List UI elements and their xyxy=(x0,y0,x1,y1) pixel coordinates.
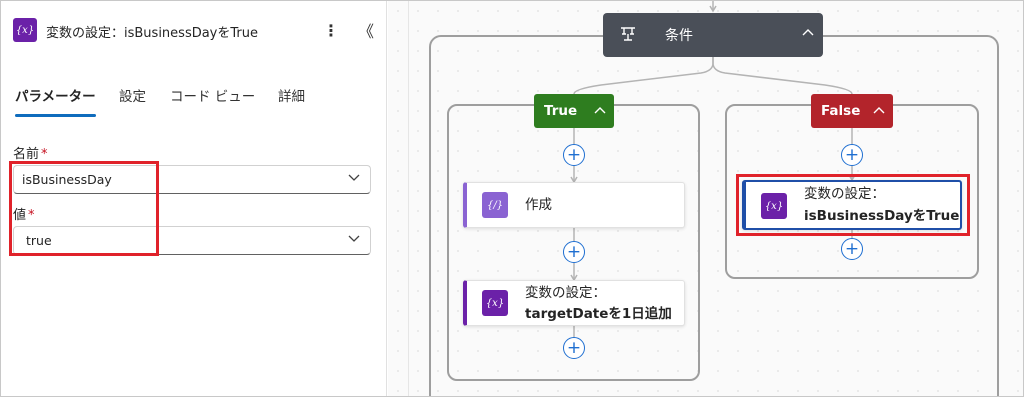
active-tab-indicator xyxy=(15,114,96,117)
chevron-down-icon xyxy=(348,235,360,242)
name-label: 名前 * xyxy=(13,143,48,162)
highlight-box xyxy=(736,174,970,236)
chevron-up-icon[interactable] xyxy=(594,105,606,117)
false-branch-label: False xyxy=(821,103,861,119)
add-action-button[interactable]: + xyxy=(563,337,585,359)
condition-label: 条件 xyxy=(665,28,693,44)
tab-settings[interactable]: 設定 xyxy=(119,85,146,105)
set-variable-title: 変数の設定： xyxy=(525,285,606,301)
add-action-button[interactable]: + xyxy=(563,241,585,263)
false-branch-header[interactable]: False xyxy=(811,94,893,128)
app-frame: {x} 変数の設定：isBusinessDayをTrue ⋮ 《 パラメーター … xyxy=(0,0,1024,397)
tab-code-view[interactable]: コード ビュー xyxy=(170,85,255,105)
condition-action[interactable]: 条件 xyxy=(603,13,823,57)
highlight-box xyxy=(9,161,159,256)
chevron-down-icon xyxy=(348,174,360,181)
panel-header: {x} 変数の設定：isBusinessDayをTrue ⋮ 《 xyxy=(13,18,375,44)
panel-title[interactable]: 変数の設定：isBusinessDayをTrue xyxy=(46,22,258,41)
action-properties-panel: {x} 変数の設定：isBusinessDayをTrue ⋮ 《 パラメーター … xyxy=(1,1,387,396)
tab-details[interactable]: 詳細 xyxy=(278,85,305,105)
panel-tabs: パラメーター 設定 コード ビュー 詳細 xyxy=(15,85,355,117)
compose-label: 作成 xyxy=(525,197,552,213)
tab-parameters[interactable]: パラメーター xyxy=(15,85,96,105)
chevron-up-icon[interactable] xyxy=(802,27,814,39)
add-action-button[interactable]: + xyxy=(841,238,863,260)
compose-action[interactable]: {/} 作成 xyxy=(463,182,685,228)
true-branch-label: True xyxy=(544,103,578,119)
variable-icon: {x} xyxy=(482,290,508,316)
true-branch-header[interactable]: True xyxy=(534,94,614,128)
condition-icon xyxy=(621,27,635,41)
more-options-icon[interactable]: ⋮ xyxy=(323,18,339,42)
chevron-up-icon[interactable] xyxy=(873,105,885,117)
variable-icon: {x} xyxy=(13,18,37,42)
canvas-divider xyxy=(408,1,409,396)
required-mark: * xyxy=(41,147,48,162)
set-variable-target: targetDateを1日追加 xyxy=(525,306,672,322)
add-action-button[interactable]: + xyxy=(841,144,863,166)
compose-icon: {/} xyxy=(482,192,508,218)
collapse-panel-icon[interactable]: 《 xyxy=(357,18,375,42)
set-variable-target-date-action[interactable]: {x} 変数の設定： targetDateを1日追加 xyxy=(463,280,685,326)
add-action-button[interactable]: + xyxy=(563,144,585,166)
name-label-text: 名前 xyxy=(13,147,40,162)
